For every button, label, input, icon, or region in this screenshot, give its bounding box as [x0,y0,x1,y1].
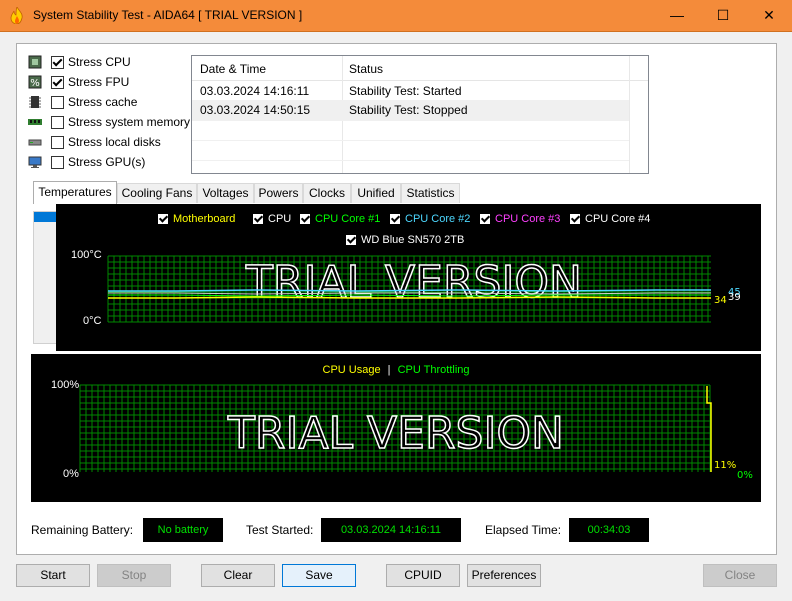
test-started-value: 03.03.2024 14:16:11 [321,518,461,542]
title-bar: System Stability Test - AIDA64 [ TRIAL V… [0,0,792,32]
tab-unified[interactable]: Unified [351,183,401,203]
readout-cpu: 39 [728,292,741,303]
readout-cpu-usage: 11% [714,460,736,471]
stress-fpu-checkbox[interactable] [51,75,64,89]
log-row[interactable]: 03.03.2024 14:50:15 Stability Test: Stop… [192,100,629,120]
stress-cpu-checkbox[interactable] [51,55,64,69]
scrollbar-thumb[interactable] [34,212,56,222]
stress-disks-option[interactable]: Stress local disks [28,132,161,152]
close-button[interactable]: Close [703,564,777,587]
cache-chip-icon [29,96,41,108]
cpu-usage-graph: CPU Usage | CPU Throttling 100% 0% TRIAL… [31,354,761,502]
stress-gpu-checkbox[interactable] [51,155,64,169]
tab-cooling-fans[interactable]: Cooling Fans [117,183,197,203]
stress-fpu-option[interactable]: % Stress FPU [28,72,129,92]
svg-text:%: % [30,78,40,89]
preferences-button[interactable]: Preferences [467,564,541,587]
tab-clocks[interactable]: Clocks [303,183,351,203]
stress-gpu-label: Stress GPU(s) [68,155,146,169]
cpu-chip-icon [28,55,42,69]
readout-cpu-throttling: 0% [737,470,753,481]
stress-cache-label: Stress cache [68,95,138,109]
stress-cache-option[interactable]: Stress cache [28,92,137,112]
tab-voltages[interactable]: Voltages [197,183,254,203]
fpu-percent-icon: % [28,75,42,89]
readout-motherboard: 34 [714,295,727,306]
elapsed-time-value: 00:34:03 [569,518,649,542]
cpu-plot: TRIAL VERSION 11% 0% [79,384,753,481]
stress-memory-checkbox[interactable] [51,115,64,129]
start-button[interactable]: Start [16,564,90,587]
stop-button[interactable]: Stop [97,564,171,587]
sensor-scrollbar[interactable] [33,211,57,344]
trial-watermark: TRIAL VERSION [245,257,582,308]
column-header-status[interactable]: Status [349,62,383,76]
flame-icon [10,7,23,24]
stress-gpu-option[interactable]: Stress GPU(s) [28,152,145,172]
minimize-button[interactable]: — [654,0,700,31]
log-header: Date & Time Status [192,56,648,81]
window-title: System Stability Test - AIDA64 [ TRIAL V… [33,8,303,22]
trial-watermark: TRIAL VERSION [227,408,564,459]
stress-cache-checkbox[interactable] [51,95,64,109]
stress-cpu-option[interactable]: Stress CPU [28,52,131,72]
battery-label: Remaining Battery: [31,523,134,537]
test-log-list[interactable]: Date & Time Status 03.03.2024 14:16:11 S… [191,55,649,174]
log-row[interactable]: 03.03.2024 14:16:11 Stability Test: Star… [192,81,629,101]
maximize-button[interactable]: ☐ [700,0,746,31]
stress-fpu-label: Stress FPU [68,75,130,89]
elapsed-time-label: Elapsed Time: [485,523,562,537]
tab-statistics[interactable]: Statistics [401,183,460,203]
stress-disks-checkbox[interactable] [51,135,64,149]
test-started-label: Test Started: [246,523,314,537]
log-row-time: 03.03.2024 14:50:15 [200,103,311,117]
monitor-icon [28,156,42,168]
tab-powers[interactable]: Powers [254,183,303,203]
disk-drive-icon [28,139,42,146]
stress-memory-option[interactable]: Stress system memory [28,112,190,132]
battery-value: No battery [143,518,223,542]
stress-memory-label: Stress system memory [68,115,191,129]
close-window-button[interactable]: ✕ [746,0,792,31]
log-row-status: Stability Test: Started [349,84,462,98]
stress-cpu-label: Stress CPU [68,55,131,69]
temperature-graph: Motherboard CPU CPU Core #1 CPU Core #2 … [56,204,761,351]
save-button[interactable]: Save [282,564,356,587]
log-row-time: 03.03.2024 14:16:11 [200,84,310,98]
memory-module-icon [28,119,42,125]
tab-temperatures[interactable]: Temperatures [33,181,117,204]
log-row-status: Stability Test: Stopped [349,103,468,117]
cpuid-button[interactable]: CPUID [386,564,460,587]
clear-button[interactable]: Clear [201,564,275,587]
temperature-plot: TRIAL VERSION 45 39 34 [107,255,741,323]
column-header-datetime[interactable]: Date & Time [200,62,266,76]
stress-disks-label: Stress local disks [68,135,161,149]
series-cpu-core-2 [108,289,711,292]
